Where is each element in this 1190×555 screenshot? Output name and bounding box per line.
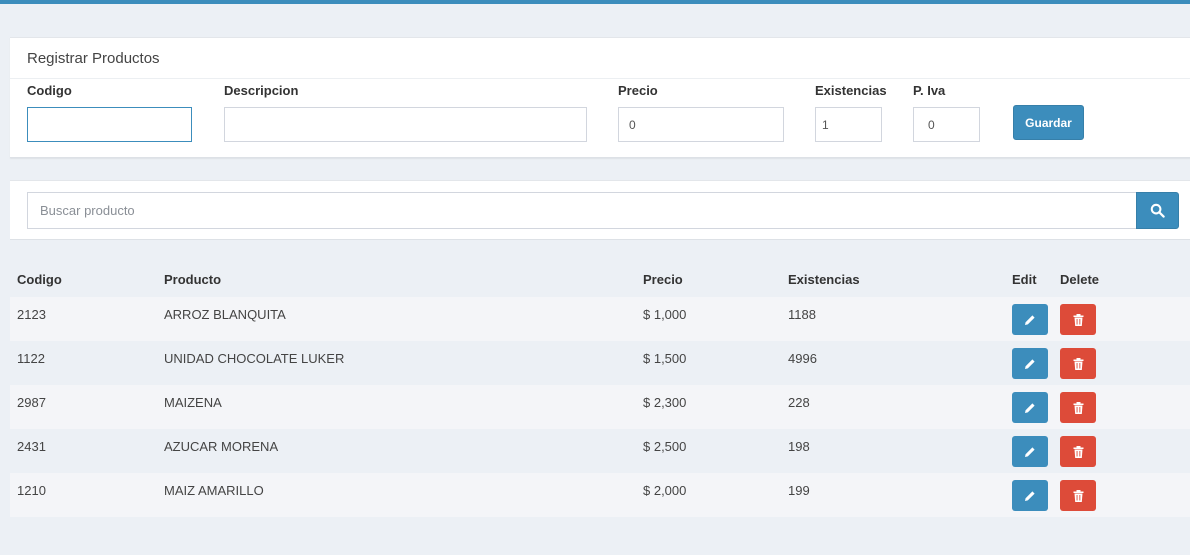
cell-codigo: 2123: [17, 307, 46, 322]
pencil-icon: [1025, 446, 1035, 457]
header-precio: Precio: [643, 272, 683, 287]
cell-producto: ARROZ BLANQUITA: [164, 307, 286, 322]
edit-button[interactable]: [1012, 480, 1048, 511]
cell-existencias: 199: [788, 483, 810, 498]
table-row: 1210 MAIZ AMARILLO $ 2,000 199: [10, 473, 1190, 517]
cell-existencias: 1188: [788, 307, 816, 322]
table-header: Codigo Producto Precio Existencias Edit …: [10, 262, 1190, 297]
table-row: 1122 UNIDAD CHOCOLATE LUKER $ 1,500 4996: [10, 341, 1190, 385]
delete-button[interactable]: [1060, 348, 1096, 379]
pencil-icon: [1025, 402, 1035, 413]
cell-producto: MAIZENA: [164, 395, 222, 410]
panel-divider: [10, 78, 1190, 79]
delete-button[interactable]: [1060, 436, 1096, 467]
delete-button[interactable]: [1060, 304, 1096, 335]
top-header-bar: [0, 0, 1190, 4]
cell-existencias: 228: [788, 395, 810, 410]
search-icon: [1150, 203, 1165, 218]
cell-codigo: 2987: [17, 395, 46, 410]
edit-button[interactable]: [1012, 436, 1048, 467]
codigo-input[interactable]: [27, 107, 192, 142]
trash-icon: [1073, 445, 1083, 458]
search-input[interactable]: [27, 192, 1137, 229]
guardar-button[interactable]: Guardar: [1013, 105, 1084, 140]
cell-existencias: 198: [788, 439, 810, 454]
cell-precio: $ 2,000: [643, 483, 687, 498]
trash-icon: [1073, 489, 1083, 502]
header-delete: Delete: [1060, 272, 1100, 287]
cell-codigo: 1122: [17, 351, 45, 366]
search-panel: [10, 180, 1190, 240]
table-row: 2987 MAIZENA $ 2,300 228: [10, 385, 1190, 429]
cell-codigo: 2431: [17, 439, 46, 454]
header-edit: Edit: [1012, 272, 1037, 287]
delete-button[interactable]: [1060, 480, 1096, 511]
register-products-panel: Registrar Productos Codigo Descripcion P…: [10, 37, 1190, 158]
cell-producto: MAIZ AMARILLO: [164, 483, 264, 498]
codigo-label: Codigo: [27, 83, 72, 98]
cell-precio: $ 2,500: [643, 439, 687, 454]
header-producto: Producto: [164, 272, 222, 287]
pencil-icon: [1025, 314, 1035, 325]
search-button[interactable]: [1136, 192, 1179, 229]
iva-input[interactable]: [913, 107, 980, 142]
descripcion-label: Descripcion: [224, 83, 299, 98]
iva-label: P. Iva: [913, 83, 946, 98]
edit-button[interactable]: [1012, 304, 1048, 335]
cell-existencias: 4996: [788, 351, 817, 366]
pencil-icon: [1025, 358, 1035, 369]
existencias-input[interactable]: [815, 107, 882, 142]
cell-precio: $ 1,000: [643, 307, 687, 322]
delete-button[interactable]: [1060, 392, 1096, 423]
register-panel-title: Registrar Productos: [27, 50, 160, 67]
header-codigo: Codigo: [17, 272, 62, 287]
cell-producto: UNIDAD CHOCOLATE LUKER: [164, 351, 345, 366]
edit-button[interactable]: [1012, 348, 1048, 379]
edit-button[interactable]: [1012, 392, 1048, 423]
cell-codigo: 1210: [17, 483, 46, 498]
trash-icon: [1073, 357, 1083, 370]
existencias-label: Existencias: [815, 83, 887, 98]
pencil-icon: [1025, 490, 1035, 501]
trash-icon: [1073, 401, 1083, 414]
cell-precio: $ 2,300: [643, 395, 687, 410]
descripcion-input[interactable]: [224, 107, 587, 142]
cell-precio: $ 1,500: [643, 351, 687, 366]
cell-producto: AZUCAR MORENA: [164, 439, 279, 454]
precio-label: Precio: [618, 83, 658, 98]
table-row: 2123 ARROZ BLANQUITA $ 1,000 1188: [10, 297, 1190, 341]
products-table: Codigo Producto Precio Existencias Edit …: [10, 262, 1190, 517]
header-existencias: Existencias: [788, 272, 860, 287]
precio-input[interactable]: [618, 107, 784, 142]
table-row: 2431 AZUCAR MORENA $ 2,500 198: [10, 429, 1190, 473]
trash-icon: [1073, 313, 1083, 326]
